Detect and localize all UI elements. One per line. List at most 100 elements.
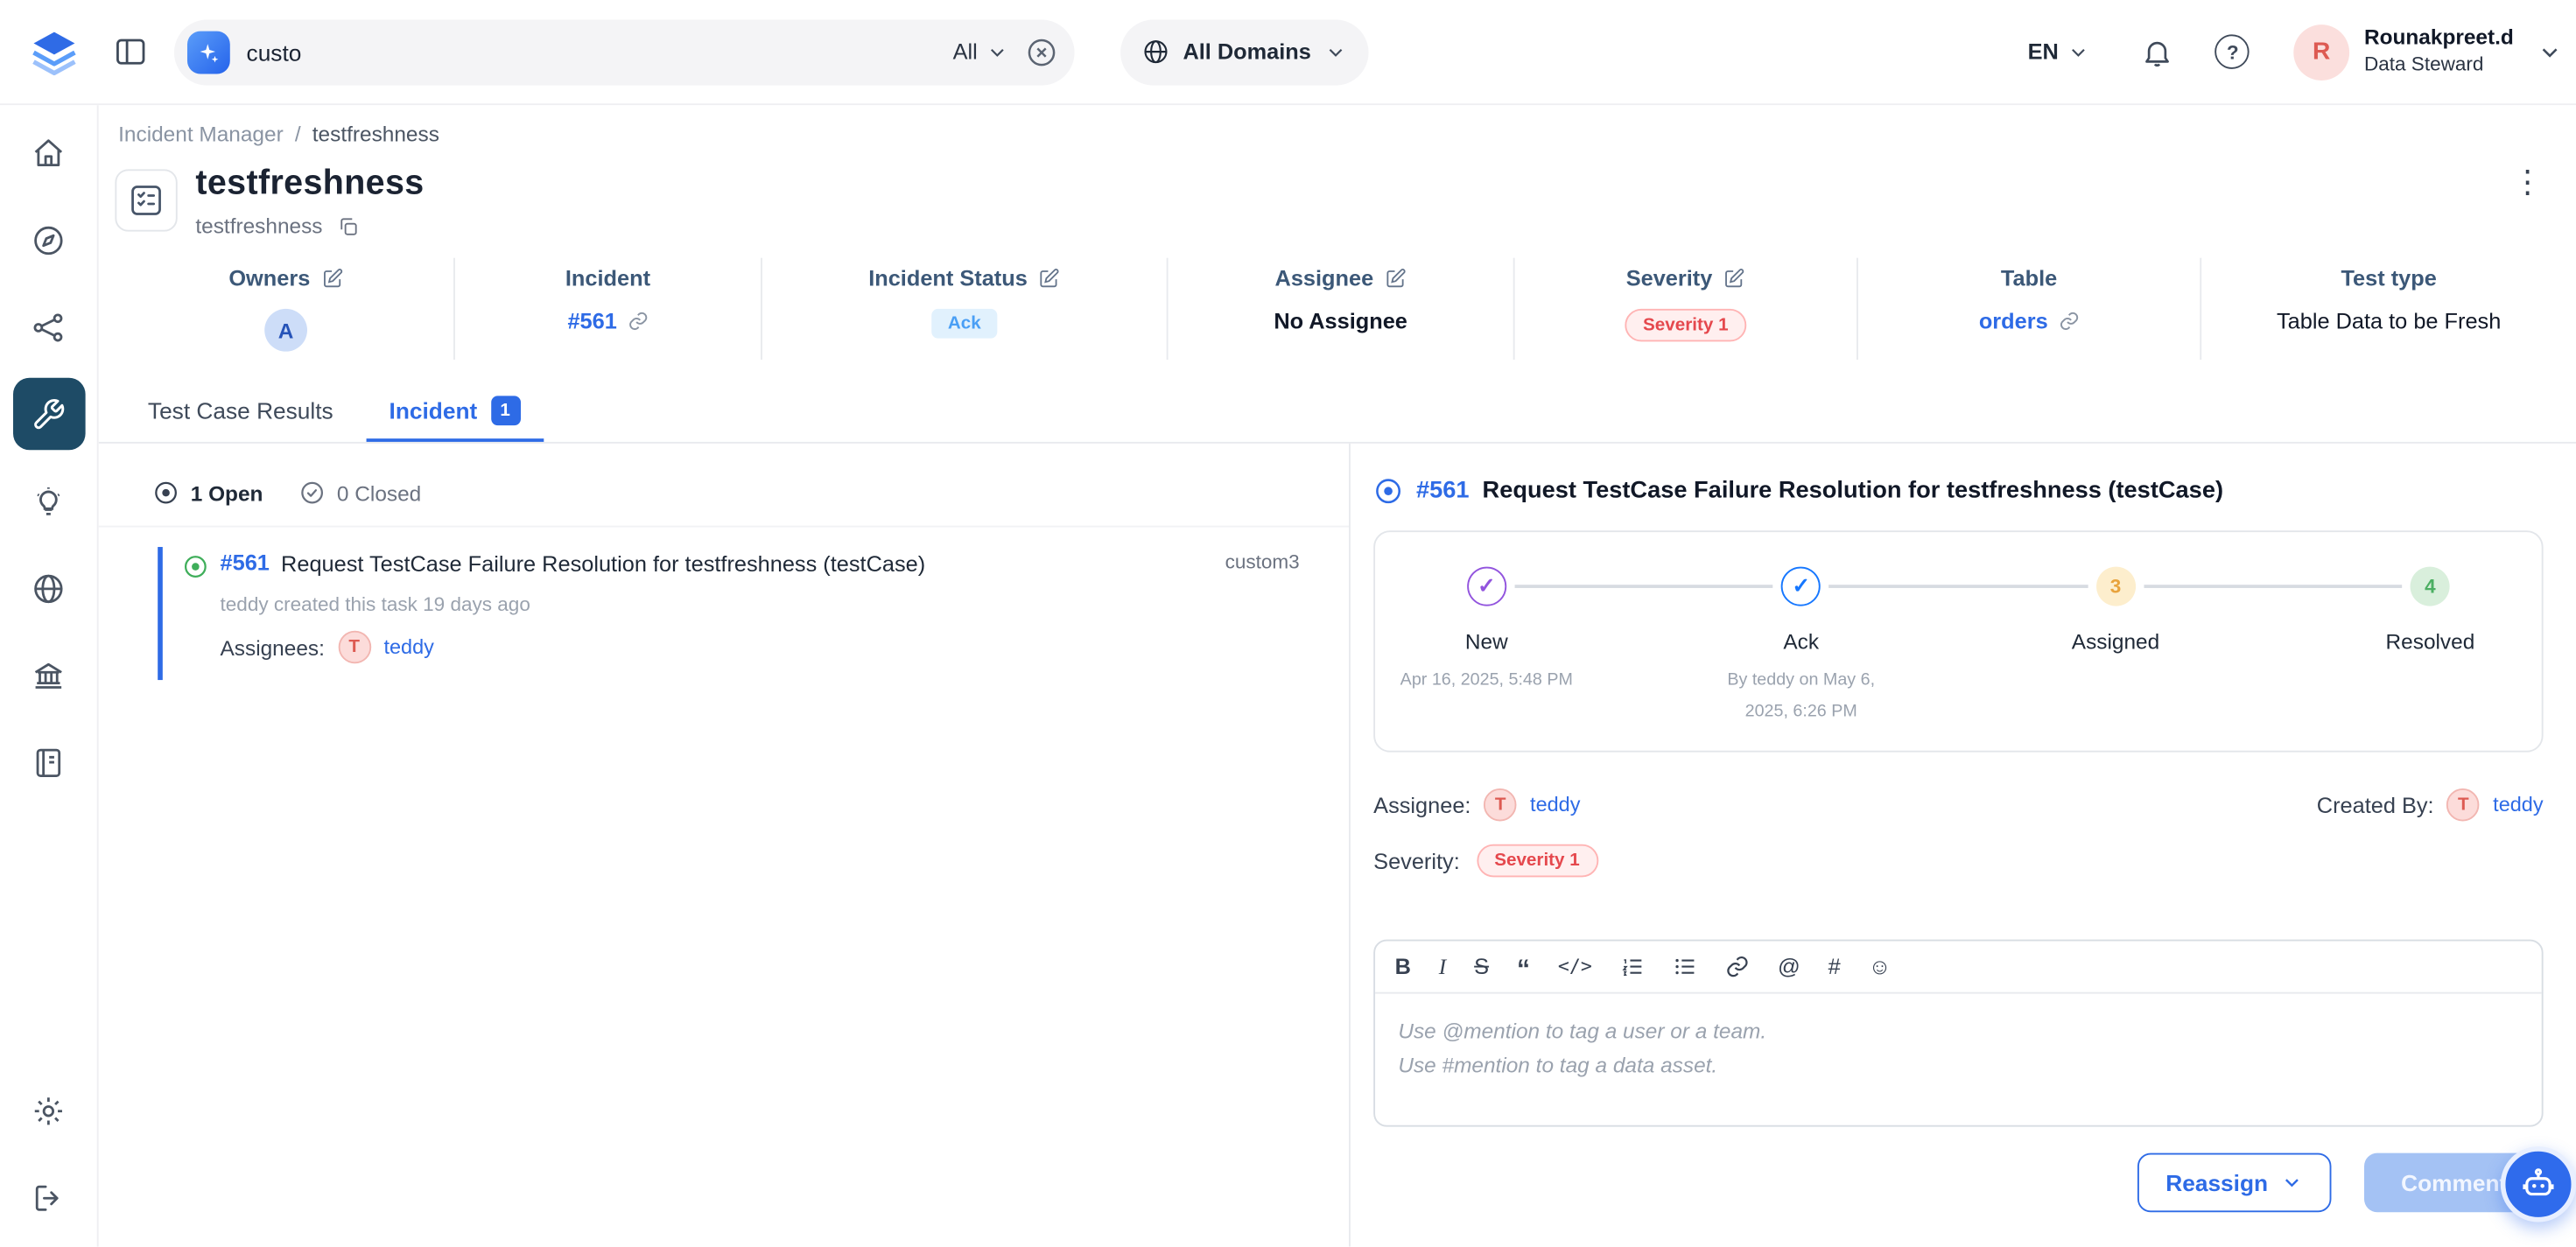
severity-badge: Severity 1 [1625, 309, 1746, 342]
breadcrumb-incident-manager[interactable]: Incident Manager [118, 122, 284, 146]
incident-number: #561 [567, 309, 616, 333]
assignee-name-link[interactable]: teddy [383, 636, 433, 659]
user-menu[interactable]: R Rounakpreet.d Data Steward [2293, 24, 2514, 80]
comment-input[interactable]: Use @mention to tag a user or a team. Us… [1375, 994, 2542, 1125]
incident-content: 1 Open 0 Closed #561 [99, 444, 2576, 1247]
sidebar-item-governance[interactable] [12, 639, 85, 711]
edit-icon [1385, 268, 1406, 289]
reassign-button[interactable]: Reassign [2137, 1153, 2332, 1213]
sidebar-item-glossary[interactable] [12, 726, 85, 799]
page-kebab-menu[interactable]: ⋮ [2495, 165, 2559, 202]
incident-detail-title: Request TestCase Failure Resolution for … [1483, 478, 2223, 504]
edit-status-button[interactable] [1039, 268, 1060, 289]
incident-list-header: 1 Open 0 Closed [99, 444, 1349, 528]
sidebar-item-web[interactable] [12, 552, 85, 625]
insert-link-button[interactable] [1725, 955, 1750, 979]
code-button[interactable]: </> [1558, 957, 1592, 977]
sidebar-item-logout[interactable] [12, 1161, 85, 1234]
sidebar-item-data-quality[interactable] [12, 378, 85, 451]
app-logo[interactable] [23, 20, 85, 82]
search-scope-label: All [953, 39, 978, 64]
page-subtitle: testfreshness [195, 214, 322, 238]
link-icon [1725, 955, 1750, 979]
assignees-label: Assignees: [221, 635, 325, 660]
incident-detail-header: #561 Request TestCase Failure Resolution… [1373, 476, 2543, 506]
blockquote-button[interactable]: “ [1517, 963, 1530, 978]
editor-placeholder-line1: Use @mention to tag a user or a team. [1398, 1013, 2518, 1048]
incident-id-link[interactable]: #561 [1416, 478, 1470, 504]
meta-owners: Owners A [118, 258, 455, 360]
closed-filter[interactable]: 0 Closed [299, 480, 421, 506]
edit-owners-button[interactable] [321, 268, 342, 289]
close-circle-icon [1025, 35, 1058, 68]
status-stepper: ✓ New Apr 16, 2025, 5:48 PM ✓ Ack By ted… [1373, 530, 2543, 752]
mention-user-button[interactable]: @ [1778, 956, 1800, 977]
sidebar-item-catalog[interactable] [12, 204, 85, 277]
globe-icon [1142, 38, 1170, 66]
sidebar-item-home[interactable] [12, 116, 85, 189]
owner-avatar[interactable]: A [264, 309, 307, 352]
breadcrumb-current: testfreshness [312, 122, 439, 146]
search-input[interactable] [247, 39, 937, 65]
test-checklist-icon [115, 169, 177, 231]
meta-status: Incident Status Ack [762, 258, 1169, 360]
issue-open-icon [153, 480, 179, 506]
domains-filter-dropdown[interactable]: All Domains [1120, 19, 1368, 85]
ordered-list-button[interactable] [1620, 955, 1645, 979]
search-clear-button[interactable] [1025, 35, 1058, 68]
global-search[interactable]: All [174, 19, 1075, 85]
bullet-list-button[interactable] [1673, 955, 1697, 979]
step-assigned: 3 Assigned [1992, 567, 2239, 666]
journal-icon [32, 745, 66, 779]
gear-icon [32, 1093, 66, 1127]
strikethrough-button[interactable]: S [1474, 956, 1489, 977]
step-timestamp: Apr 16, 2025, 5:48 PM [1400, 665, 1573, 696]
incident-created-meta: teddy created this task 19 days ago [221, 593, 1300, 616]
chatbot-button[interactable] [2501, 1146, 2576, 1222]
language-selector[interactable]: EN [2028, 39, 2090, 64]
sidebar-item-settings[interactable] [12, 1075, 85, 1147]
sidebar-toggle-button[interactable] [105, 27, 154, 76]
edit-severity-button[interactable] [1723, 268, 1744, 289]
help-button[interactable]: ? [2205, 24, 2261, 80]
edit-assignee-button[interactable] [1385, 268, 1406, 289]
emoji-button[interactable]: ☺ [1869, 956, 1892, 977]
step-new: ✓ New Apr 16, 2025, 5:48 PM [1364, 567, 1611, 697]
assignee-label: Assignee: [1373, 793, 1470, 817]
created-by-name-link[interactable]: teddy [2493, 794, 2543, 816]
link-icon [2058, 311, 2079, 332]
sidebar-item-incidents[interactable] [12, 465, 85, 537]
step-timestamp: By teddy on May 6, 2025, 6:26 PM [1710, 665, 1891, 727]
chevron-down-icon [986, 40, 1008, 63]
table-link[interactable]: orders [1979, 309, 2080, 333]
issue-open-icon [1373, 476, 1403, 506]
incident-list-item[interactable]: #561 Request TestCase Failure Resolution… [158, 547, 1323, 680]
open-filter[interactable]: 1 Open [153, 480, 263, 506]
assignee-name-link[interactable]: teddy [1530, 794, 1580, 816]
user-avatar: R [2293, 24, 2349, 80]
profile-caret-button[interactable] [2537, 39, 2563, 65]
italic-button[interactable]: I [1439, 956, 1446, 977]
tab-incident[interactable]: Incident 1 [366, 380, 543, 442]
bold-button[interactable]: B [1395, 956, 1411, 977]
page-title-block: testfreshness testfreshness [195, 165, 424, 238]
search-scope-dropdown[interactable]: All [953, 39, 1009, 64]
open-count-label: 1 Open [191, 480, 263, 505]
incident-id-link[interactable]: #561 [221, 550, 270, 575]
user-name: Rounakpreet.d [2364, 25, 2514, 53]
sidebar-item-lineage[interactable] [12, 291, 85, 363]
incident-link[interactable]: #561 [567, 309, 648, 333]
assignee-row: Assignee: T teddy Created By: T teddy [1373, 788, 2543, 822]
copy-button[interactable] [337, 214, 360, 237]
main-area: Incident Manager / testfreshness testfre… [99, 105, 2576, 1247]
table-name: orders [1979, 309, 2048, 333]
lightbulb-icon [32, 484, 66, 518]
assignee-avatar: T [1484, 788, 1517, 822]
mention-asset-button[interactable]: # [1828, 956, 1841, 977]
notifications-button[interactable] [2130, 24, 2186, 80]
meta-table: Table orders [1858, 258, 2201, 360]
breadcrumb-separator: / [295, 122, 301, 146]
tab-test-case-results[interactable]: Test Case Results [125, 380, 356, 442]
ai-sparkle-icon [187, 31, 230, 74]
severity-label: Severity [1626, 266, 1713, 291]
